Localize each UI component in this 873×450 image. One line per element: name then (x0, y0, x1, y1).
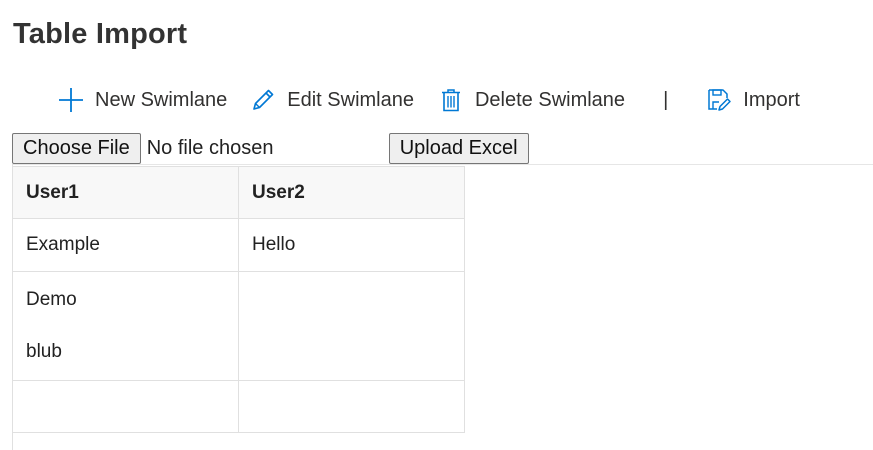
upload-excel-button[interactable]: Upload Excel (388, 132, 529, 164)
choose-file-button[interactable]: Choose File (12, 132, 141, 164)
column-header-user1[interactable]: User1 (12, 166, 239, 219)
table-header-row: User1 User2 (12, 166, 465, 219)
cell-item: Example (26, 234, 100, 255)
table-cell[interactable]: Demo blub (12, 271, 239, 381)
table-cell[interactable] (238, 271, 465, 381)
page-title: Table Import (13, 18, 188, 50)
table-cell[interactable]: Hello (238, 218, 465, 272)
pencil-icon (250, 87, 276, 113)
column-header-user2[interactable]: User2 (238, 166, 465, 219)
plus-icon (58, 87, 84, 113)
table-cell[interactable] (12, 380, 239, 433)
import-save-icon (706, 87, 732, 113)
table-row: Example Hello (12, 218, 465, 272)
edit-swimlane-button[interactable]: Edit Swimlane (250, 87, 414, 113)
table-cell[interactable]: Example (12, 218, 239, 272)
new-swimlane-button[interactable]: New Swimlane (58, 87, 227, 113)
table-row (12, 380, 465, 433)
table-row: Demo blub (12, 271, 465, 381)
cell-item: blub (26, 341, 62, 362)
import-label: Import (743, 88, 800, 111)
table-cell[interactable] (238, 380, 465, 433)
toolbar-separator: | (663, 88, 669, 111)
content-divider (12, 164, 873, 165)
file-status-text: No file chosen (146, 136, 274, 159)
page: Table Import New Swimlane Edit Swimlane (0, 0, 873, 450)
file-upload-bar: Choose File No file chosen Upload Excel (12, 132, 529, 164)
import-button[interactable]: Import (706, 87, 800, 113)
new-swimlane-label: New Swimlane (95, 88, 228, 111)
toolbar: New Swimlane Edit Swimlane Delete Swimla… (58, 82, 800, 118)
trash-icon (438, 87, 464, 113)
cell-item: Demo (26, 289, 77, 310)
swimlane-table: User1 User2 Example Hello Demo blub (12, 166, 465, 433)
delete-swimlane-button[interactable]: Delete Swimlane (438, 87, 625, 113)
delete-swimlane-label: Delete Swimlane (474, 88, 626, 111)
cell-item: Hello (252, 234, 296, 255)
edit-swimlane-label: Edit Swimlane (287, 88, 414, 111)
